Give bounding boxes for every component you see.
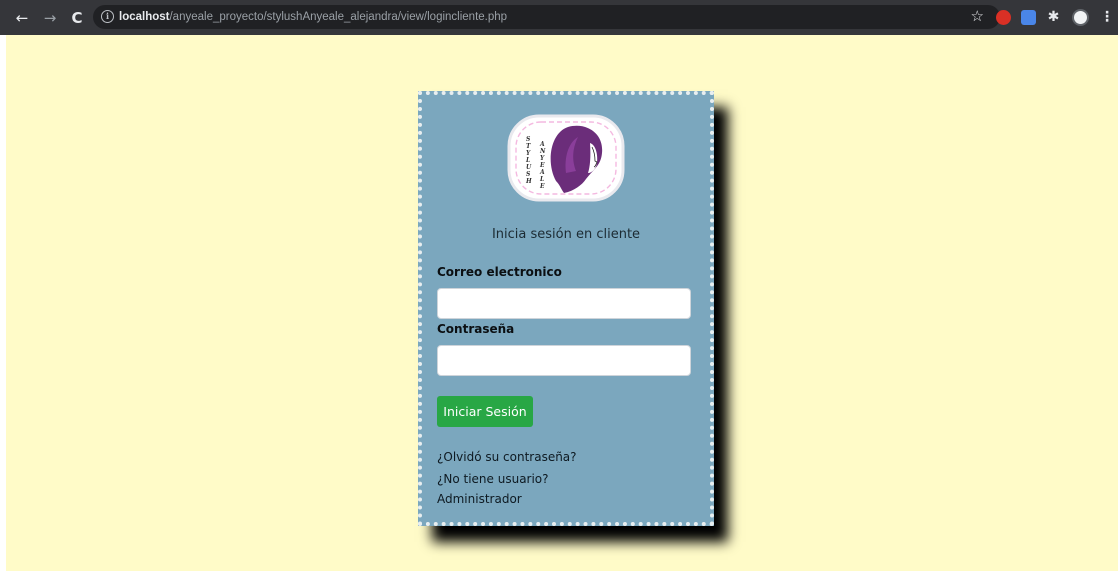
puzzle-icon[interactable]: ✱: [1046, 10, 1061, 25]
password-label: Contraseña: [437, 322, 515, 336]
page-background: STYLUSH ANYEALE Inicia sesión en cliente…: [6, 35, 1118, 571]
info-icon[interactable]: i: [101, 10, 114, 23]
svg-text:A: A: [539, 169, 545, 176]
url-path: /anyeale_proyecto/stylushAnyeale_alejand…: [169, 11, 508, 23]
svg-text:L: L: [539, 176, 544, 183]
email-label: Correo electronico: [437, 265, 562, 279]
forgot-password-link[interactable]: ¿Olvidó su contraseña?: [437, 450, 577, 464]
svg-text:Y: Y: [540, 155, 545, 162]
login-subtitle: Inicia sesión en cliente: [491, 227, 641, 242]
reload-icon[interactable]: C: [68, 9, 86, 27]
email-field[interactable]: [437, 288, 691, 319]
login-button[interactable]: Iniciar Sesión: [437, 396, 533, 427]
bookmark-star-icon[interactable]: ☆: [971, 7, 984, 25]
admin-link[interactable]: Administrador: [437, 492, 522, 506]
svg-text:A: A: [539, 141, 545, 148]
back-arrow-icon[interactable]: ←: [13, 9, 31, 27]
extension-red-icon[interactable]: [996, 10, 1011, 25]
profile-avatar[interactable]: [1072, 9, 1089, 26]
svg-text:E: E: [539, 162, 545, 169]
url-host: localhost: [119, 11, 170, 23]
forward-arrow-icon[interactable]: →: [41, 9, 59, 27]
svg-text:S: S: [526, 171, 531, 178]
brand-logo: STYLUSH ANYEALE: [507, 114, 625, 202]
browser-toolbar: ← → C i localhost/anyeale_proyecto/stylu…: [0, 0, 1118, 35]
password-field[interactable]: [437, 345, 691, 376]
svg-text:L: L: [525, 157, 530, 164]
svg-text:U: U: [526, 164, 532, 171]
svg-text:Y: Y: [526, 150, 531, 157]
extension-translate-icon[interactable]: [1021, 10, 1036, 25]
svg-text:H: H: [525, 178, 532, 185]
svg-text:E: E: [539, 183, 545, 190]
kebab-menu-icon[interactable]: ⋮: [1100, 8, 1114, 26]
svg-text:N: N: [539, 148, 546, 155]
url-text[interactable]: localhost/anyeale_proyecto/stylushAnyeal…: [119, 9, 507, 25]
svg-text:T: T: [526, 143, 531, 150]
login-card: STYLUSH ANYEALE Inicia sesión en cliente…: [418, 91, 714, 526]
svg-text:S: S: [526, 136, 531, 143]
register-link[interactable]: ¿No tiene usuario?: [437, 472, 549, 486]
address-bar[interactable]: i localhost/anyeale_proyecto/stylushAnye…: [93, 5, 1000, 29]
